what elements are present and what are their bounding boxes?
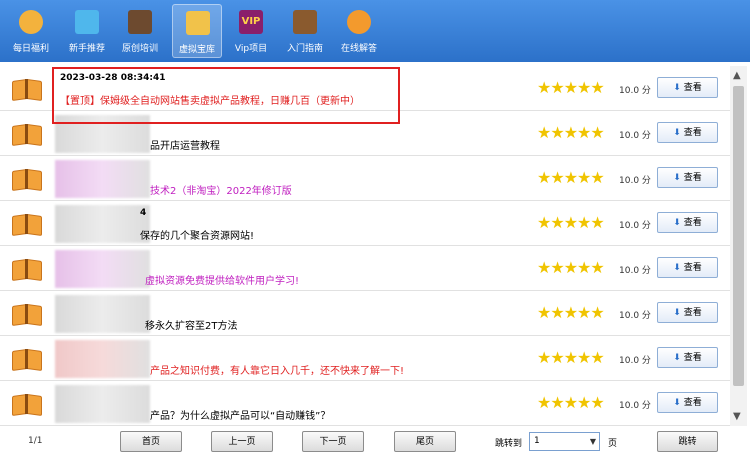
rating-stars: ★★★★★ (537, 213, 605, 232)
lucky-cat-icon (19, 10, 43, 34)
last-page-button[interactable]: 尾页 (394, 431, 456, 452)
page-select[interactable]: 1 ▼ (529, 432, 600, 451)
view-button[interactable]: ⬇ 查看 (657, 347, 718, 368)
redacted-area (55, 340, 150, 378)
item-title[interactable]: 保存的几个聚合资源网站! (140, 227, 254, 242)
tool-virtual-treasury[interactable]: 虚拟宝库 (172, 4, 222, 58)
view-button[interactable]: ⬇ 查看 (657, 302, 718, 323)
prev-page-button[interactable]: 上一页 (211, 431, 273, 452)
tool-getting-started[interactable]: 入门指南 (280, 4, 330, 58)
item-title[interactable]: 产品？为什么虚拟产品可以“自动赚钱”？ (150, 407, 330, 422)
guide-book-icon (293, 10, 317, 34)
book-icon (12, 303, 42, 327)
list-item: 虚拟资源免费提供给软件用户学习! ★★★★★ 10.0 分 ⬇ 查看 (0, 246, 730, 291)
rating-stars: ★★★★★ (537, 78, 605, 97)
download-arrow-icon: ⬇ (673, 173, 681, 183)
scroll-down-icon[interactable]: ▼ (733, 411, 741, 422)
rating-stars: ★★★★★ (537, 123, 605, 142)
item-title[interactable]: 移永久扩容至2T方法 (145, 317, 237, 332)
page-info: 1/1 (28, 436, 43, 446)
redacted-area (55, 160, 150, 198)
list-item: 产品？为什么虚拟产品可以“自动赚钱”？ ★★★★★ 10.0 分 ⬇ 查看 (0, 381, 730, 426)
list-item: 技术2（非淘宝）2022年修订版 ★★★★★ 10.0 分 ⬇ 查看 (0, 156, 730, 201)
jump-label: 跳转到 (495, 439, 523, 449)
book-icon (12, 168, 42, 192)
item-score: 10.0 分 (619, 356, 651, 366)
tool-online-answers[interactable]: 在线解答 (334, 4, 384, 58)
book-icon (12, 258, 42, 282)
item-title[interactable]: 技术2（非淘宝）2022年修订版 (150, 182, 292, 197)
download-arrow-icon: ⬇ (673, 308, 681, 318)
rating-stars: ★★★★★ (537, 168, 605, 187)
tool-original-training[interactable]: 原创培训 (115, 4, 165, 58)
item-score: 10.0 分 (619, 401, 651, 411)
item-title[interactable]: 虚拟资源免费提供给软件用户学习! (145, 272, 299, 287)
vertical-scrollbar[interactable]: ▲ ▼ (730, 66, 747, 426)
book-icon (12, 393, 42, 417)
vip-icon: VIP (239, 10, 263, 34)
item-score: 10.0 分 (619, 176, 651, 186)
download-arrow-icon: ⬇ (673, 353, 681, 363)
rating-stars: ★★★★★ (537, 393, 605, 412)
view-button[interactable]: ⬇ 查看 (657, 167, 718, 188)
list-item: 产品之知识付费，有人靠它日入几千，还不快来了解一下! ★★★★★ 10.0 分 … (0, 336, 730, 381)
pagination-bar: 1/1 首页 上一页 下一页 尾页 跳转到 1 ▼ 页 跳转 (0, 426, 750, 459)
blackboard-icon (128, 10, 152, 34)
redacted-area (55, 385, 150, 423)
list-item: 4 保存的几个聚合资源网站! ★★★★★ 10.0 分 ⬇ 查看 (0, 201, 730, 246)
view-button[interactable]: ⬇ 查看 (657, 122, 718, 143)
tool-newbie-recommend[interactable]: 新手推荐 (62, 4, 112, 58)
download-arrow-icon: ⬇ (673, 128, 681, 138)
item-title[interactable]: 品开店运营教程 (150, 137, 220, 152)
redacted-area (55, 295, 150, 333)
item-score: 10.0 分 (619, 86, 651, 96)
item-score: 10.0 分 (619, 131, 651, 141)
view-button[interactable]: ⬇ 查看 (657, 77, 718, 98)
download-arrow-icon: ⬇ (673, 398, 681, 408)
view-button[interactable]: ⬇ 查看 (657, 257, 718, 278)
rating-stars: ★★★★★ (537, 303, 605, 322)
redacted-area (55, 250, 150, 288)
page-unit-label: 页 (608, 439, 618, 449)
next-page-button[interactable]: 下一页 (302, 431, 364, 452)
item-title[interactable]: 产品之知识付费，有人靠它日入几千，还不快来了解一下! (150, 362, 404, 377)
scroll-up-icon[interactable]: ▲ (733, 70, 741, 81)
jump-button[interactable]: 跳转 (657, 431, 718, 452)
chevron-down-icon: ▼ (589, 437, 596, 446)
book-icon (12, 78, 42, 102)
book-icon (12, 123, 42, 147)
item-date: 4 (140, 208, 147, 218)
view-button[interactable]: ⬇ 查看 (657, 212, 718, 233)
item-score: 10.0 分 (619, 221, 651, 231)
treasure-box-icon (186, 11, 210, 35)
rating-stars: ★★★★★ (537, 348, 605, 367)
list-item: 移永久扩容至2T方法 ★★★★★ 10.0 分 ⬇ 查看 (0, 291, 730, 336)
download-arrow-icon: ⬇ (673, 83, 681, 93)
tool-daily-welfare[interactable]: 每日福利 (6, 4, 56, 58)
toolbar: 每日福利 新手推荐 原创培训 虚拟宝库 VIP Vip项目 入门指南 在线解答 (0, 0, 750, 62)
redacted-area (55, 205, 150, 243)
download-arrow-icon: ⬇ (673, 263, 681, 273)
book-icon (12, 213, 42, 237)
highlight-box (52, 67, 400, 124)
book-icon (12, 348, 42, 372)
rating-stars: ★★★★★ (537, 258, 605, 277)
tool-vip-project[interactable]: VIP Vip项目 (226, 4, 276, 58)
item-score: 10.0 分 (619, 266, 651, 276)
scrollbar-thumb[interactable] (733, 86, 744, 386)
monitor-icon (75, 10, 99, 34)
download-arrow-icon: ⬇ (673, 218, 681, 228)
view-button[interactable]: ⬇ 查看 (657, 392, 718, 413)
item-score: 10.0 分 (619, 311, 651, 321)
first-page-button[interactable]: 首页 (120, 431, 182, 452)
support-agent-icon (347, 10, 371, 34)
